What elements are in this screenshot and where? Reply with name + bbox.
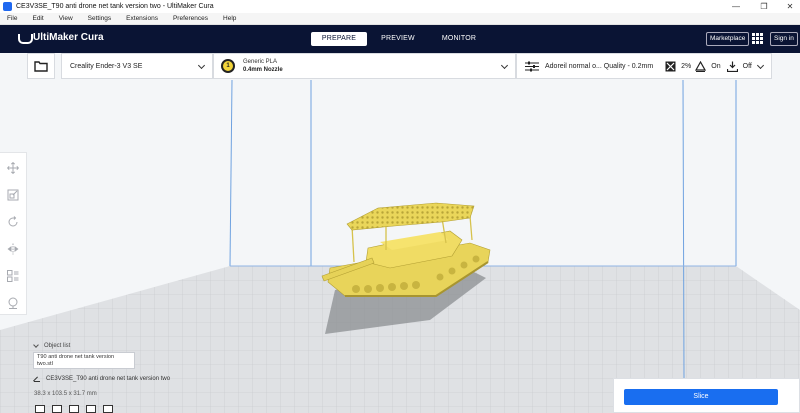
logo-text: UltiMaker Cura bbox=[33, 32, 104, 43]
menu-file[interactable]: File bbox=[0, 15, 17, 22]
close-button[interactable]: ✕ bbox=[776, 0, 800, 13]
infill-icon bbox=[665, 61, 676, 71]
move-icon[interactable] bbox=[7, 162, 19, 174]
menu-edit[interactable]: Edit bbox=[25, 15, 43, 22]
print-settings-selector[interactable]: Adoreil normal o... Quality - 0.2mm 2% O… bbox=[516, 53, 772, 79]
ultimaker-logo: UltiMaker Cura bbox=[18, 32, 104, 44]
slice-button[interactable]: Slice bbox=[624, 389, 778, 405]
top-view-icon[interactable] bbox=[69, 405, 79, 413]
marketplace-button[interactable]: Marketplace bbox=[706, 32, 750, 46]
printer-selector[interactable]: Creality Ender-3 V3 SE bbox=[61, 53, 213, 79]
nozzle-size: 0.4mm Nozzle bbox=[243, 67, 283, 73]
rotate-icon[interactable] bbox=[7, 216, 19, 228]
mirror-icon[interactable] bbox=[7, 243, 19, 255]
ultimaker-logo-icon bbox=[18, 33, 33, 44]
per-model-settings-icon[interactable] bbox=[7, 270, 19, 282]
profile-name: Adoreil normal o... Quality - 0.2mm bbox=[545, 62, 654, 70]
left-view-icon[interactable] bbox=[86, 405, 96, 413]
3d-view-icon[interactable] bbox=[35, 405, 45, 413]
app-header: UltiMaker Cura PREPARE PREVIEW MONITOR M… bbox=[0, 25, 800, 53]
pencil-icon[interactable] bbox=[34, 376, 40, 382]
object-list-label: Object list bbox=[44, 343, 71, 349]
menu-view[interactable]: View bbox=[52, 15, 73, 22]
view-orientation-controls bbox=[35, 405, 120, 413]
extruder-badge-icon: 1 bbox=[221, 59, 235, 73]
tool-panel bbox=[0, 152, 27, 315]
maximize-button[interactable]: ❐ bbox=[750, 0, 778, 13]
tab-prepare[interactable]: PREPARE bbox=[311, 32, 367, 46]
menu-bar: File Edit View Settings Extensions Prefe… bbox=[0, 13, 800, 25]
scale-icon[interactable] bbox=[7, 189, 19, 201]
title-bar: CE3V3SE_T90 anti drone net tank version … bbox=[0, 0, 800, 13]
object-list-toggle[interactable]: Object list bbox=[33, 342, 71, 349]
cura-app-icon bbox=[3, 2, 12, 11]
minimize-button[interactable]: — bbox=[722, 0, 750, 13]
stage-tabs: PREPARE PREVIEW MONITOR bbox=[311, 32, 489, 46]
right-view-icon[interactable] bbox=[103, 405, 113, 413]
open-file-button[interactable] bbox=[27, 53, 55, 79]
chevron-down-icon bbox=[500, 61, 509, 70]
job-name[interactable]: CE3V3SE_T90 anti drone net tank version … bbox=[46, 376, 170, 382]
sign-in-button[interactable]: Sign in bbox=[770, 32, 798, 46]
menu-help[interactable]: Help bbox=[216, 15, 236, 22]
material-name: Generic PLA bbox=[243, 59, 278, 65]
folder-icon bbox=[34, 61, 48, 72]
action-panel: Slice bbox=[613, 378, 800, 413]
model-dimensions: 38.3 x 103.5 x 31.7 mm bbox=[34, 391, 97, 397]
chevron-down-icon bbox=[197, 61, 206, 70]
menu-preferences[interactable]: Preferences bbox=[166, 15, 208, 22]
sliders-icon bbox=[525, 61, 539, 71]
menu-extensions[interactable]: Extensions bbox=[119, 15, 158, 22]
object-list-item[interactable]: T90 anti drone net tank version two.stl bbox=[33, 352, 135, 369]
printer-name: Creality Ender-3 V3 SE bbox=[70, 62, 143, 70]
job-name-row[interactable]: CE3V3SE_T90 anti drone net tank version … bbox=[34, 376, 170, 382]
menu-settings[interactable]: Settings bbox=[81, 15, 112, 22]
front-view-icon[interactable] bbox=[52, 405, 62, 413]
window-title: CE3V3SE_T90 anti drone net tank version … bbox=[16, 3, 214, 10]
material-selector[interactable]: 1 Generic PLA 0.4mm Nozzle bbox=[213, 53, 516, 79]
apps-grid-icon[interactable] bbox=[752, 33, 763, 44]
adhesion-icon bbox=[726, 61, 738, 72]
adhesion-value: Off bbox=[742, 62, 752, 70]
infill-value: 2% bbox=[681, 62, 692, 70]
support-icon bbox=[695, 60, 707, 72]
chevron-down-icon bbox=[756, 61, 765, 70]
material-info: Generic PLA 0.4mm Nozzle bbox=[243, 58, 283, 74]
chevron-down-icon bbox=[33, 342, 39, 348]
tab-preview[interactable]: PREVIEW bbox=[367, 32, 429, 46]
support-blocker-icon[interactable] bbox=[7, 297, 19, 309]
tab-monitor[interactable]: MONITOR bbox=[429, 32, 489, 46]
support-value: On bbox=[711, 62, 721, 70]
